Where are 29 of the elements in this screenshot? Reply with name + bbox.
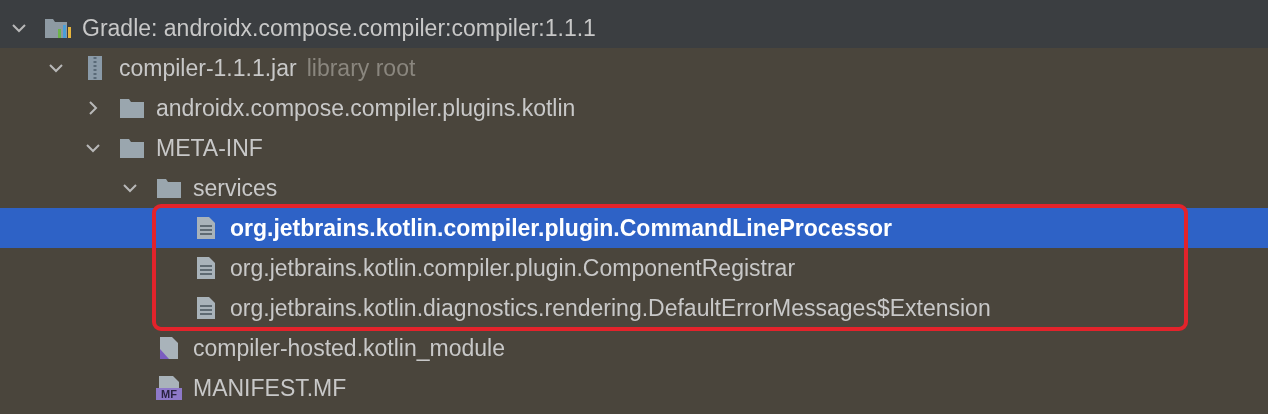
node-label: MANIFEST.MF (193, 374, 347, 402)
tree-row[interactable]: services (0, 168, 1268, 208)
tree-row[interactable]: androidx.compose.compiler.plugins.kotlin (0, 88, 1268, 128)
node-hint: library root (306, 54, 416, 82)
tree-row[interactable]: compiler-1.1.1.jar library root (0, 48, 1268, 88)
tree-row[interactable]: compiler-hosted.kotlin_module (0, 328, 1268, 368)
node-label: org.jetbrains.kotlin.compiler.plugin.CommandLineProcessor (230, 214, 892, 242)
folder-icon (119, 97, 145, 119)
node-label: org.jetbrains.kotlin.compiler.plugin.ComponentRegistrar (230, 254, 796, 282)
tree-row[interactable]: org.jetbrains.kotlin.compiler.plugin.ComponentRegistrar (0, 248, 1268, 288)
module-file-icon (157, 335, 181, 361)
folder-icon (119, 137, 145, 159)
tree-row[interactable]: META-INF (0, 128, 1268, 168)
node-label: services (193, 174, 278, 202)
node-label: Gradle: androidx.compose.compiler:compiler:1.1.1 (82, 14, 596, 42)
tree-row[interactable]: Gradle: androidx.compose.compiler:compiler:1.1.1 (0, 8, 1268, 48)
node-label: compiler-1.1.1.jar (119, 54, 297, 82)
node-label: androidx.compose.compiler.plugins.kotlin (156, 94, 576, 122)
text-file-icon (194, 255, 218, 281)
node-label: compiler-hosted.kotlin_module (193, 334, 505, 362)
folder-icon (156, 177, 182, 199)
library-folder-icon (44, 16, 72, 40)
node-label: org.jetbrains.kotlin.diagnostics.rendering.DefaultErrorMessages$Extension (230, 294, 991, 322)
tree-row[interactable]: org.jetbrains.kotlin.compiler.plugin.CommandLineProcessor (0, 208, 1268, 248)
text-file-icon (194, 295, 218, 321)
text-file-icon (194, 215, 218, 241)
node-label: META-INF (156, 134, 263, 162)
tree-row[interactable]: org.jetbrains.kotlin.diagnostics.rendering.DefaultErrorMessages$Extension (0, 288, 1268, 328)
tree-row[interactable]: MF MANIFEST.MF (0, 368, 1268, 408)
